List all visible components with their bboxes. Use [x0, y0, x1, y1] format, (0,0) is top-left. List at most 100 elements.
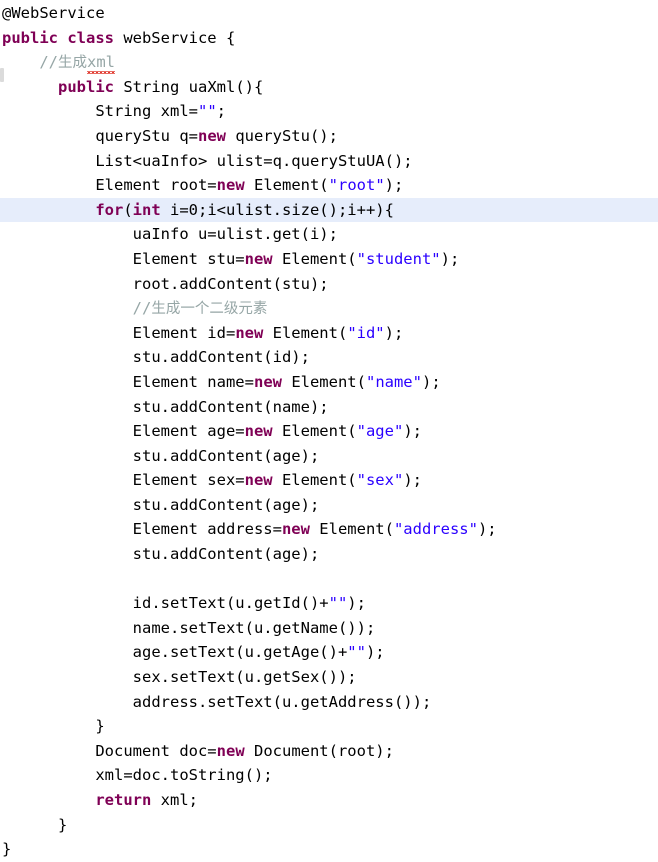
keyword-token: new	[244, 471, 273, 490]
code-token: Element stu=	[132, 249, 245, 268]
code-line[interactable]: stu.addContent(id);	[0, 345, 658, 370]
string-literal-token: "name"	[365, 372, 422, 391]
code-line[interactable]: sex.setText(u.getSex());	[0, 665, 658, 690]
code-line[interactable]: Element name=new Element("name");	[0, 370, 658, 395]
string-literal-token: "age"	[356, 422, 404, 441]
code-token: @WebService	[2, 4, 105, 22]
code-line[interactable]: @WebService	[0, 1, 658, 26]
string-literal-token: "address"	[393, 520, 478, 539]
code-line[interactable]: Element id=new Element("id");	[0, 321, 658, 346]
code-token: Document doc=	[95, 741, 217, 760]
code-line[interactable]: Element address=new Element("address");	[0, 517, 658, 542]
code-token: uaInfo u=ulist.get(i);	[132, 225, 338, 244]
string-literal-token: "sex"	[356, 471, 404, 490]
code-line[interactable]: address.setText(u.getAddress());	[0, 690, 658, 715]
keyword-token: int	[132, 200, 161, 219]
code-line[interactable]: uaInfo u=ulist.get(i);	[0, 222, 658, 247]
code-token: String uaXml(){	[114, 77, 264, 96]
code-token: Element id=	[132, 323, 236, 342]
keyword-token: new	[197, 126, 226, 145]
code-line[interactable]: id.setText(u.getId()+"");	[0, 591, 658, 616]
code-line[interactable]	[0, 567, 658, 592]
comment-token: 生成	[58, 55, 87, 72]
code-line[interactable]: }	[0, 813, 658, 838]
keyword-token: public	[58, 77, 114, 96]
code-token: ;	[216, 102, 226, 121]
code-line[interactable]: Document doc=new Document(root);	[0, 739, 658, 764]
code-token: Element(	[272, 422, 357, 441]
code-token: );	[384, 176, 404, 195]
code-token: stu.addContent(age);	[132, 495, 320, 514]
code-line[interactable]: //生成一个二级元素	[0, 296, 658, 321]
keyword-token: new	[216, 176, 245, 195]
code-line[interactable]: xml=doc.toString();	[0, 763, 658, 788]
keyword-token: new	[244, 249, 273, 268]
code-line[interactable]: public class webService {	[0, 26, 658, 51]
code-line[interactable]: public String uaXml(){	[0, 75, 658, 100]
code-line[interactable]: stu.addContent(age);	[0, 444, 658, 469]
code-token: );	[477, 520, 497, 539]
string-literal-token: ""	[328, 594, 348, 613]
code-token: Element(	[272, 471, 357, 490]
code-token: stu.addContent(name);	[132, 397, 329, 416]
code-line[interactable]: Element root=new Element("root");	[0, 173, 658, 198]
code-token: Element name=	[132, 372, 254, 391]
code-line[interactable]: //生成xml	[0, 50, 658, 75]
code-token: root.addContent(stu);	[132, 274, 329, 293]
code-line[interactable]: root.addContent(stu);	[0, 272, 658, 297]
code-line[interactable]: stu.addContent(name);	[0, 395, 658, 420]
code-editor[interactable]: @WebService public class webService { //生…	[0, 0, 658, 858]
code-token: Element(	[272, 249, 357, 268]
code-token: }	[2, 840, 12, 859]
code-line[interactable]: List<uaInfo> ulist=q.queryStuUA();	[0, 149, 658, 174]
code-line[interactable]: queryStu q=new queryStu();	[0, 124, 658, 149]
string-literal-token: "id"	[347, 323, 385, 342]
code-line[interactable]: }	[0, 837, 658, 862]
code-token: stu.addContent(age);	[132, 446, 320, 465]
comment-spellcheck-token: xml	[87, 50, 115, 75]
code-token: List<uaInfo> ulist=q.queryStuUA();	[95, 151, 413, 170]
code-line[interactable]: String xml="";	[0, 99, 658, 124]
code-line[interactable]: }	[0, 714, 658, 739]
code-line[interactable]: for(int i=0;i<ulist.size();i++){	[0, 197, 658, 223]
keyword-token: new	[216, 741, 245, 760]
comment-token: //	[39, 53, 58, 72]
code-token: age.setText(u.getAge()+	[132, 643, 348, 662]
code-line[interactable]: Element age=new Element("age");	[0, 419, 658, 444]
string-literal-token: "root"	[328, 176, 385, 195]
comment-token: 生成一个二级元素	[151, 301, 268, 318]
code-line[interactable]: Element sex=new Element("sex");	[0, 468, 658, 493]
code-token: Element(	[244, 176, 329, 195]
keyword-token: return	[95, 791, 152, 809]
code-token: }	[95, 717, 105, 736]
keyword-token: for	[95, 200, 124, 219]
code-line[interactable]: Element stu=new Element("student");	[0, 247, 658, 272]
code-token: (	[123, 200, 133, 219]
code-token: );	[421, 372, 441, 391]
comment-token: //	[132, 299, 152, 318]
code-line[interactable]: stu.addContent(age);	[0, 542, 658, 567]
code-token: Element(	[281, 372, 366, 391]
code-line[interactable]: return xml;	[0, 788, 658, 813]
code-token: xml=doc.toString();	[95, 766, 273, 785]
code-line[interactable]: name.setText(u.getName());	[0, 616, 658, 641]
code-line[interactable]: stu.addContent(age);	[0, 493, 658, 518]
keyword-token: new	[244, 422, 273, 441]
code-content[interactable]: @WebService public class webService { //生…	[0, 0, 658, 862]
code-line[interactable]: age.setText(u.getAge()+"");	[0, 640, 658, 665]
